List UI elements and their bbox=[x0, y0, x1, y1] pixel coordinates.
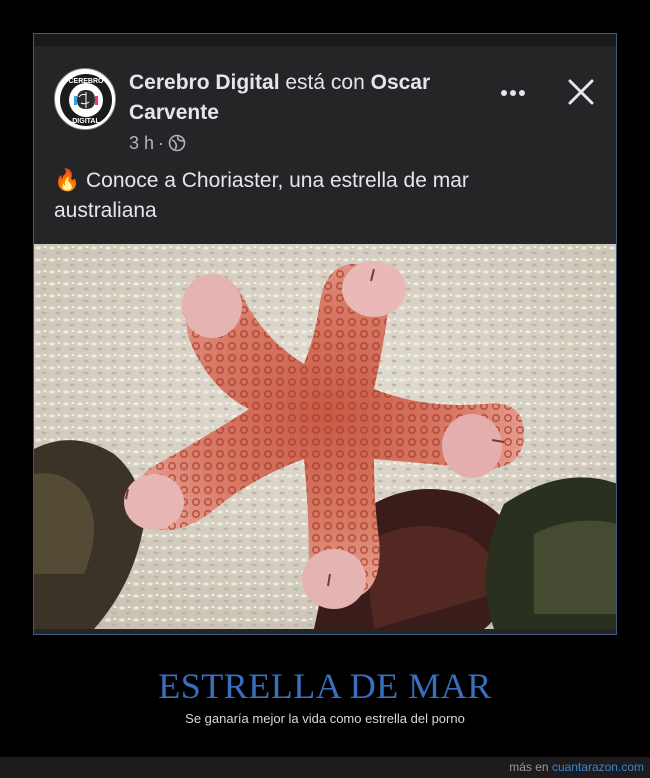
close-button[interactable] bbox=[565, 76, 597, 108]
author-line: Cerebro Digital está con Oscar Carvente bbox=[129, 68, 489, 128]
more-horizontal-icon bbox=[501, 90, 525, 96]
caption-title: ESTRELLA DE MAR bbox=[158, 666, 492, 706]
fire-emoji: 🔥 bbox=[54, 169, 81, 192]
top-bar bbox=[34, 34, 616, 46]
avatar[interactable]: CEREBRO DIGITAL bbox=[54, 68, 116, 130]
footer-prefix: más en bbox=[509, 760, 549, 774]
close-icon bbox=[568, 79, 594, 105]
caption-subtitle: Se ganaría mejor la vida como estrella d… bbox=[185, 711, 465, 726]
post-meta: 3 h · bbox=[129, 131, 186, 155]
author-name[interactable]: Cerebro Digital bbox=[129, 71, 280, 94]
avatar-logo-top: CEREBRO bbox=[68, 78, 104, 85]
footer-text: más en cuantarazon.com bbox=[509, 760, 644, 775]
site-link[interactable]: cuantarazon.com bbox=[552, 760, 644, 774]
connector-text: está con bbox=[285, 71, 365, 94]
avatar-logo-bottom: DIGITAL bbox=[72, 118, 100, 125]
cerebro-digital-logo: CEREBRO DIGITAL bbox=[57, 71, 115, 129]
post-body: Conoce a Choriaster, una estrella de mar… bbox=[54, 169, 469, 222]
footer-bar: más en cuantarazon.com bbox=[0, 757, 650, 778]
post-time[interactable]: 3 h bbox=[129, 131, 154, 155]
post-text: 🔥 Conoce a Choriaster, una estrella de m… bbox=[54, 166, 574, 226]
starfish-photo bbox=[34, 244, 616, 629]
post-photo[interactable] bbox=[34, 244, 616, 629]
meta-separator: · bbox=[158, 133, 165, 153]
more-options-button[interactable] bbox=[498, 78, 528, 108]
facebook-post-screenshot: CEREBRO DIGITAL Cerebro Digital está con… bbox=[33, 33, 617, 635]
globe-icon bbox=[168, 134, 186, 152]
